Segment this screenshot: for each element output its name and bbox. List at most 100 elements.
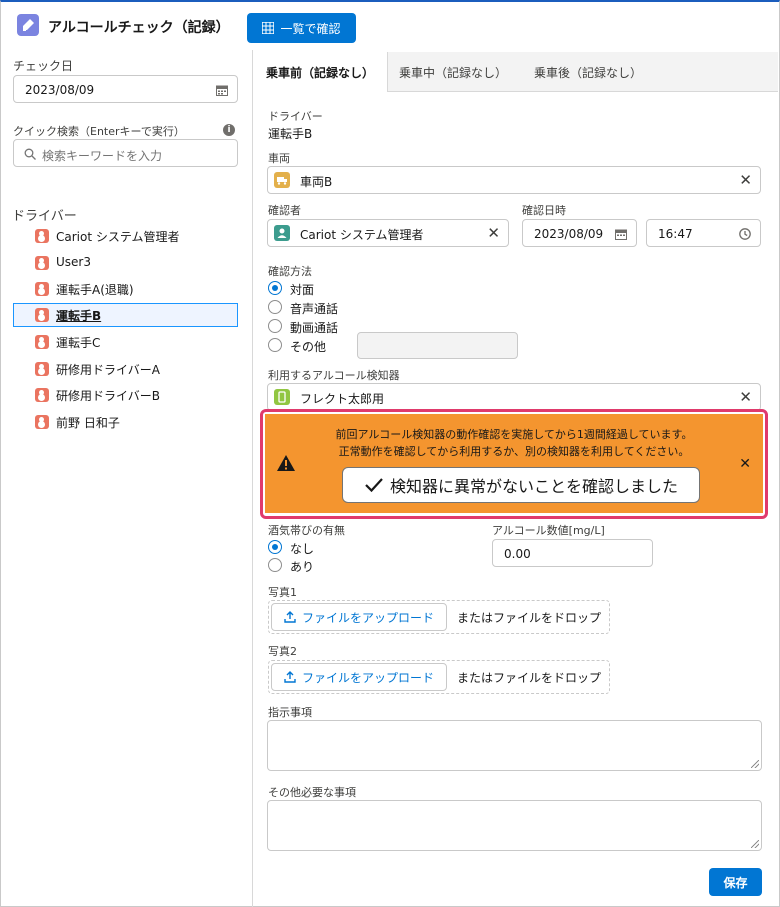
alcohol-option-present: あり — [290, 560, 315, 574]
method-option-video: 動画通話 — [290, 321, 339, 335]
driver-icon — [35, 362, 49, 376]
clear-confirmer-icon[interactable]: ✕ — [487, 225, 500, 241]
driver-icon — [35, 308, 49, 322]
user-icon — [274, 225, 290, 241]
detector-icon — [274, 389, 290, 405]
tab-after-ride[interactable]: 乗車後（記録なし） — [523, 52, 653, 92]
drivers-heading: ドライバー — [12, 209, 77, 224]
confirm-date-value: 2023/08/09 — [534, 227, 604, 241]
save-button[interactable]: 保存 — [709, 868, 762, 896]
confirm-date-input[interactable]: 2023/08/09 — [522, 219, 637, 247]
panel-divider — [252, 50, 253, 907]
driver-icon — [35, 415, 49, 429]
driver-item[interactable]: Cariot システム管理者 — [13, 224, 238, 248]
confirm-detector-ok-label: 検知器に異常がないことを確認しました — [389, 477, 678, 496]
list-view-button[interactable]: 一覧で確認 — [247, 13, 356, 43]
alcohol-value: 0.00 — [504, 547, 531, 561]
detector-lookup[interactable]: フレクト太郎用 ✕ — [267, 383, 761, 411]
detector-warning-banner: 前回アルコール検知器の動作確認を実施してから1週間経過しています。 正常動作を確… — [265, 414, 763, 513]
alcohol-check-app-icon — [17, 14, 39, 36]
instructions-textarea[interactable] — [267, 720, 762, 771]
method-radio-other[interactable] — [268, 338, 282, 352]
method-radio-voice[interactable] — [268, 300, 282, 314]
driver-item[interactable]: User3 — [13, 251, 238, 275]
photo1-label: 写真1 — [268, 586, 297, 599]
detector-label: 利用するアルコール検知器 — [268, 369, 400, 382]
tab-before-ride[interactable]: 乗車前（記録なし） — [253, 52, 388, 92]
detector-value: フレクト太郎用 — [300, 392, 385, 406]
photo1-drop-text: またはファイルをドロップ — [457, 611, 602, 625]
driver-item[interactable]: 前野 日和子 — [13, 410, 238, 434]
check-date-value: 2023/08/09 — [25, 83, 95, 97]
vehicle-label: 車両 — [268, 152, 290, 165]
upload-icon — [284, 671, 296, 683]
photo2-drop-text: またはファイルをドロップ — [457, 671, 602, 685]
confirm-datetime-label: 確認日時 — [522, 204, 566, 217]
upload-icon — [284, 611, 296, 623]
vehicle-icon — [274, 172, 290, 188]
photo1-dropzone[interactable]: ファイルをアップロード またはファイルをドロップ — [268, 600, 610, 634]
confirmer-value: Cariot システム管理者 — [300, 228, 424, 242]
driver-item[interactable]: 研修用ドライバーB — [13, 383, 238, 407]
alcohol-option-none: なし — [290, 542, 315, 556]
method-option-face: 対面 — [290, 283, 315, 297]
tab-bar: 乗車前（記録なし） 乗車中（記録なし） 乗車後（記録なし） — [253, 52, 778, 92]
calendar-icon[interactable] — [615, 228, 627, 240]
other-notes-textarea[interactable] — [267, 800, 762, 851]
photo2-label: 写真2 — [268, 645, 297, 658]
other-notes-label: その他必要な事項 — [268, 786, 356, 799]
method-other-input — [357, 332, 518, 359]
confirmer-lookup[interactable]: Cariot システム管理者 ✕ — [267, 219, 509, 247]
method-radio-face[interactable] — [268, 281, 282, 295]
driver-value: 運転手B — [268, 127, 313, 141]
close-warning-icon[interactable]: ✕ — [739, 456, 751, 472]
alcohol-value-label: アルコール数値[mg/L] — [492, 524, 605, 537]
check-icon — [365, 478, 383, 493]
photo2-upload-button[interactable]: ファイルをアップロード — [271, 663, 447, 691]
info-icon[interactable]: i — [223, 124, 235, 136]
warning-icon — [277, 455, 295, 471]
driver-label: ドライバー — [268, 110, 323, 123]
confirm-time-input[interactable]: 16:47 — [646, 219, 761, 247]
alcohol-radio-present[interactable] — [268, 558, 282, 572]
method-option-other: その他 — [290, 340, 327, 354]
vehicle-lookup[interactable]: 車両B ✕ — [267, 166, 761, 194]
photo2-dropzone[interactable]: ファイルをアップロード またはファイルをドロップ — [268, 660, 610, 694]
warning-message-line1: 前回アルコール検知器の動作確認を実施してから1週間経過しています。 — [335, 428, 693, 441]
driver-icon — [35, 335, 49, 349]
search-placeholder: 検索キーワードを入力 — [42, 149, 163, 163]
alcohol-presence-label: 酒気帯びの有無 — [268, 524, 345, 537]
driver-icon — [35, 388, 49, 402]
check-date-label: チェック日 — [13, 59, 74, 73]
quick-search-label: クイック検索（Enterキーで実行） — [13, 125, 185, 138]
table-icon — [262, 22, 275, 34]
confirm-detector-ok-button[interactable]: 検知器に異常がないことを確認しました — [342, 467, 700, 503]
search-icon — [24, 148, 36, 160]
photo1-upload-button[interactable]: ファイルをアップロード — [271, 603, 447, 631]
driver-icon — [35, 282, 49, 296]
calendar-icon[interactable] — [216, 84, 228, 96]
clock-icon[interactable] — [739, 228, 751, 240]
confirmer-label: 確認者 — [268, 204, 301, 217]
method-option-voice: 音声通話 — [290, 302, 339, 316]
confirm-time-value: 16:47 — [658, 227, 693, 241]
search-input[interactable]: 検索キーワードを入力 — [13, 139, 238, 167]
driver-item[interactable]: 運転手A(退職) — [13, 277, 238, 301]
resize-handle[interactable] — [751, 840, 759, 848]
driver-icon — [35, 256, 49, 270]
clear-detector-icon[interactable]: ✕ — [739, 389, 752, 405]
driver-icon — [35, 229, 49, 243]
clear-vehicle-icon[interactable]: ✕ — [739, 172, 752, 188]
check-date-input[interactable]: 2023/08/09 — [13, 75, 238, 103]
driver-item[interactable]: 運転手C — [13, 330, 238, 354]
warning-message-line2: 正常動作を確認してから利用するか、別の検知器を利用してください。 — [338, 445, 690, 458]
method-radio-video[interactable] — [268, 319, 282, 333]
driver-item[interactable]: 研修用ドライバーA — [13, 357, 238, 381]
page-header: アルコールチェック（記録） 一覧で確認 — [0, 2, 778, 48]
driver-item-selected[interactable]: 運転手B — [13, 303, 238, 327]
resize-handle[interactable] — [751, 760, 759, 768]
alcohol-value-input[interactable]: 0.00 — [492, 539, 653, 567]
page-title: アルコールチェック（記録） — [48, 20, 230, 36]
tab-during-ride[interactable]: 乗車中（記録なし） — [388, 52, 518, 92]
alcohol-radio-none[interactable] — [268, 540, 282, 554]
